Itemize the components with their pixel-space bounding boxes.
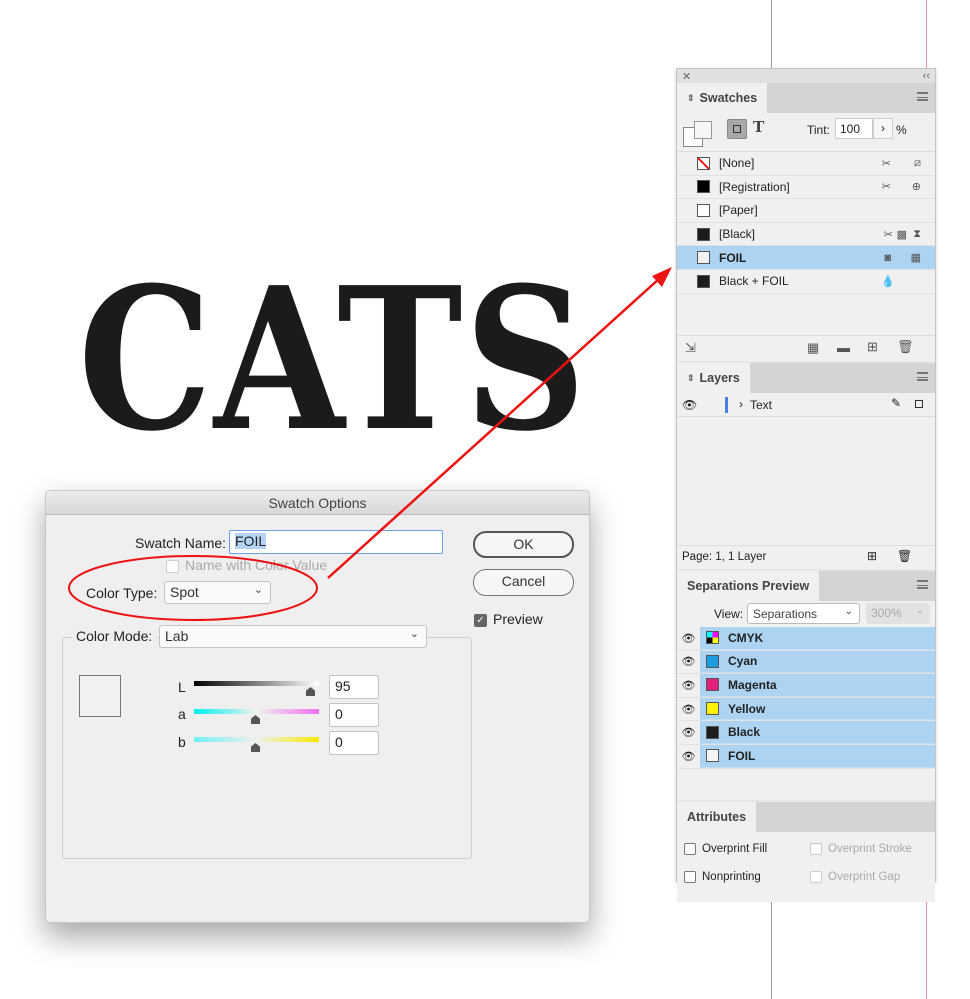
annotation-ellipse	[68, 555, 318, 621]
annotation-arrow	[327, 277, 661, 579]
annotation-overlay	[68, 267, 672, 621]
